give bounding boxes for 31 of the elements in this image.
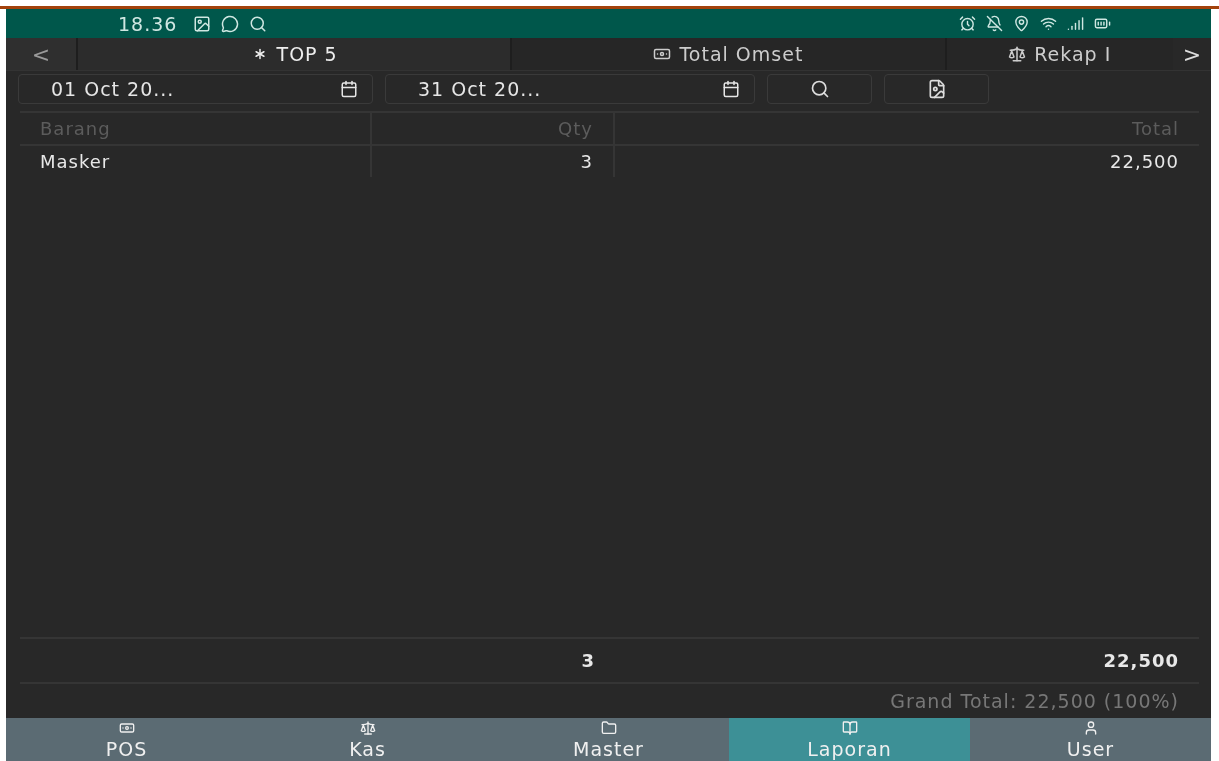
scale-icon xyxy=(1008,45,1027,63)
calendar-icon xyxy=(722,80,740,98)
grand-total: Grand Total: 22,500 (100%) xyxy=(889,689,1180,714)
next-tab-button[interactable]: > xyxy=(1173,38,1211,70)
image-icon xyxy=(193,14,212,33)
location-icon xyxy=(1013,15,1030,32)
date-field[interactable]: 01 Oct 20... xyxy=(18,74,373,104)
mute-icon xyxy=(986,15,1003,32)
book-icon xyxy=(841,719,858,736)
signal-icon xyxy=(1067,15,1084,32)
table-cell: Masker xyxy=(20,146,372,177)
pdf-button[interactable] xyxy=(884,74,989,104)
date-value: 31 Oct 20... xyxy=(418,78,542,100)
date-field[interactable]: 31 Oct 20... xyxy=(385,74,755,104)
wifi-icon xyxy=(1040,15,1057,32)
scale-icon xyxy=(359,719,376,736)
date-value: 01 Oct 20... xyxy=(51,78,175,100)
amount-total: 22,500 xyxy=(1102,649,1180,673)
calendar-icon xyxy=(340,80,358,98)
search-button[interactable] xyxy=(767,74,872,104)
report-tab[interactable]: TOP 5 xyxy=(76,38,511,70)
search-icon xyxy=(249,14,268,33)
qty-total: 3 xyxy=(580,649,596,673)
clock-time: 18.36 xyxy=(118,12,178,35)
search-icon xyxy=(809,79,830,99)
alarm-icon xyxy=(959,15,976,32)
previous-tab-button[interactable]: < xyxy=(6,38,76,70)
chat-icon xyxy=(221,14,240,33)
table-cell-text: 22,500 xyxy=(1109,150,1180,174)
folder-icon xyxy=(600,719,617,736)
table-cell: 3 xyxy=(372,146,615,177)
